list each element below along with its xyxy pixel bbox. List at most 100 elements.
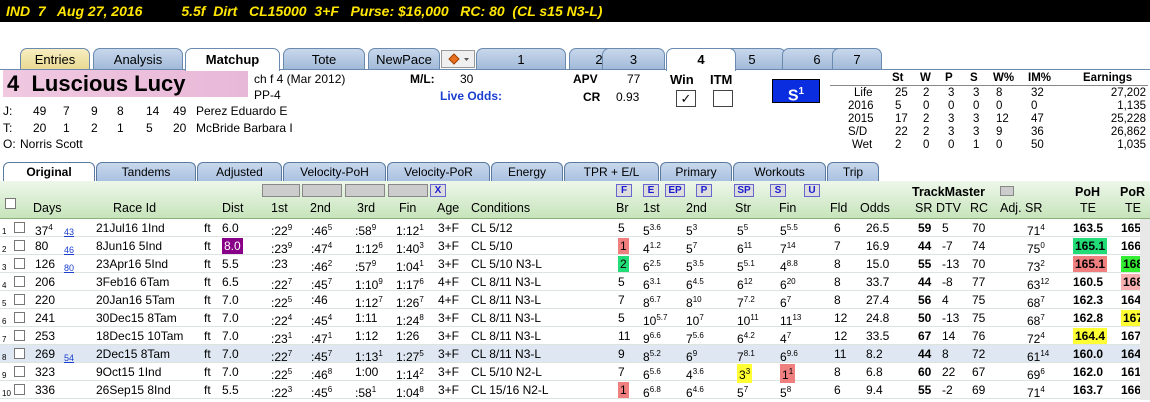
col2-button[interactable]	[302, 184, 342, 197]
race-id-cell[interactable]: 3Feb16 6Tam	[96, 274, 169, 290]
subtab-tpr-e-l[interactable]: TPR + E/L	[564, 162, 659, 182]
select-all-checkbox[interactable]	[5, 198, 16, 209]
win-checkbox[interactable]: ✓	[676, 90, 696, 107]
race-id-cell[interactable]: 18Dec15 10Tam	[96, 328, 183, 344]
table-row[interactable]: 9 323 9Oct15 1Ind ft 7.0:225:468 1:00 1:142 3+F…	[0, 363, 1150, 383]
s1-button[interactable]: S1	[772, 79, 820, 104]
age-value: 4+F	[438, 293, 460, 307]
tab-newpace[interactable]: NewPace	[368, 48, 440, 70]
jockey-name[interactable]: Perez Eduardo E	[196, 104, 287, 118]
table-row[interactable]: 5 220 20Jan16 5Tam ft 7.0:225:46 1:127 1:267 4+…	[0, 291, 1150, 310]
age-value: 3+F	[438, 221, 460, 235]
row-checkbox[interactable]	[14, 276, 25, 287]
newpace-options-icon[interactable]	[441, 50, 475, 68]
pos1-sup: 5.6	[649, 367, 661, 376]
race-id-cell[interactable]: 26Sep15 8Ind	[96, 382, 171, 398]
subtab-velocity-por[interactable]: Velocity-PoR	[387, 162, 490, 182]
pace-sp-button[interactable]: SP	[734, 184, 754, 197]
subtab-tandems[interactable]: Tandems	[96, 162, 196, 182]
race-id-cell[interactable]: 23Apr16 5Ind	[96, 256, 168, 272]
pace-u-button[interactable]: U	[804, 184, 820, 197]
itm-checkbox[interactable]	[713, 90, 733, 107]
race-id-cell[interactable]: 9Oct15 1Ind	[96, 364, 161, 380]
pos2-value: 5	[686, 224, 693, 238]
row-checkbox[interactable]	[14, 258, 25, 269]
distance-value: 7.0	[222, 365, 239, 379]
stretch-sup: 5.1	[743, 259, 755, 268]
row-checkbox[interactable]	[14, 240, 25, 251]
stretch-sup: 7.2	[743, 295, 755, 304]
table-row[interactable]: 6 241 30Dec15 8Tam ft 7.0:224:454 1:11 1:248 3+…	[0, 309, 1150, 328]
call1-cell: :23	[271, 256, 288, 272]
stats-value: 17	[895, 113, 908, 125]
subtab-workouts[interactable]: Workouts	[733, 162, 826, 182]
adj-sr-value: 72	[1027, 332, 1041, 346]
poh-te-header: TE	[1080, 201, 1096, 215]
final-time-cell: 1:048	[396, 382, 424, 401]
adj-sr-value: 68	[1027, 314, 1041, 328]
tab-7[interactable]: 7	[832, 48, 882, 70]
trackmaster-toggle[interactable]	[1000, 186, 1014, 196]
tab-entries[interactable]: Entries	[20, 48, 90, 70]
race-id-cell[interactable]: 30Dec15 8Tam	[96, 310, 177, 326]
pos2-value: 6	[686, 278, 693, 292]
race-id-cell[interactable]: 21Jul16 1Ind	[96, 220, 165, 236]
table-row[interactable]: 10 336 26Sep15 8Ind ft 5.5:223:456:581 1:048 3…	[0, 381, 1150, 401]
row-checkbox[interactable]	[14, 312, 25, 323]
col1-button[interactable]	[262, 184, 300, 197]
race-id-cell[interactable]: 2Dec15 8Tam	[96, 346, 170, 362]
race-id-cell[interactable]: 8Jun16 5Ind	[96, 238, 162, 254]
subtab-trip[interactable]: Trip	[827, 162, 879, 182]
table-row[interactable]: 8 269 54 2Dec15 8Tam ft 7.0:227:457 1:131 1:275…	[0, 345, 1150, 364]
pace-e-button[interactable]: E	[643, 184, 659, 197]
final-time-sup: 5	[419, 349, 424, 358]
col3-button[interactable]	[345, 184, 385, 197]
days-value: 37	[35, 224, 49, 238]
colfin-button[interactable]	[388, 184, 428, 197]
sr-cell: 44	[918, 274, 931, 290]
x-button[interactable]: X	[430, 184, 446, 197]
row-checkbox[interactable]	[14, 384, 25, 395]
pos2-sup: 4.6	[692, 385, 704, 394]
pos2-value: 6	[686, 350, 693, 364]
pace-p-button[interactable]: P	[696, 184, 712, 197]
trainer-stat: 20	[33, 121, 47, 135]
days-value: 269	[35, 347, 56, 361]
race-id-cell[interactable]: 20Jan16 5Tam	[96, 292, 175, 308]
tab-3[interactable]: 3	[602, 48, 665, 70]
vertical-scrollbar[interactable]	[1140, 219, 1150, 400]
tab-analysis[interactable]: Analysis	[93, 48, 183, 70]
subtab-adjusted[interactable]: Adjusted	[197, 162, 282, 182]
tab-4[interactable]: 4	[666, 48, 736, 71]
row-checkbox[interactable]	[14, 294, 25, 305]
pace-ep-button[interactable]: EP	[665, 184, 685, 197]
stats-value: 1	[973, 139, 980, 151]
row-checkbox[interactable]	[14, 366, 25, 377]
owner-name[interactable]: Norris Scott	[20, 137, 83, 151]
pace-s-button[interactable]: S	[770, 184, 786, 197]
table-row[interactable]: 1 374 43 21Jul16 1Ind ft 6.0:229:465:589 1:121…	[0, 219, 1150, 238]
trainer-stat: 1	[63, 121, 70, 135]
subtab-original[interactable]: Original	[3, 162, 95, 182]
final-time-value: 1:40	[396, 242, 420, 256]
table-row[interactable]: 2 80 46 8Jun16 5Ind ft 8.0:239:474 1:126 1:403 3…	[0, 237, 1150, 256]
field-value: 8	[834, 275, 841, 289]
table-row[interactable]: 7 253 18Dec15 10Tam ft 7.0:231:471 1:12 1:26 3+…	[0, 327, 1150, 346]
rc-cell: 69	[972, 382, 985, 398]
subtab-primary[interactable]: Primary	[660, 162, 732, 182]
row-checkbox[interactable]	[14, 330, 25, 341]
subtab-energy[interactable]: Energy	[491, 162, 563, 182]
jockey-stat: 49	[33, 104, 47, 118]
finish-value: 4	[780, 332, 787, 346]
table-row[interactable]: 4 206 3Feb16 6Tam ft 6.5:227:457 1:109 1:176 4+…	[0, 273, 1150, 292]
tab-1[interactable]: 1	[476, 48, 566, 70]
row-checkbox[interactable]	[14, 348, 25, 359]
table-row[interactable]: 3 126 80 23Apr16 5Ind ft 5.5:23:462:579 1:041 3…	[0, 255, 1150, 274]
row-checkbox[interactable]	[14, 222, 25, 233]
br-header: Br	[616, 201, 629, 215]
subtab-velocity-poh[interactable]: Velocity-PoH	[283, 162, 386, 182]
tab-matchup[interactable]: Matchup	[185, 48, 280, 71]
tab-tote[interactable]: Tote	[283, 48, 365, 70]
pace-f-button[interactable]: F	[616, 184, 632, 197]
trainer-name[interactable]: McBride Barbara I	[196, 121, 293, 135]
